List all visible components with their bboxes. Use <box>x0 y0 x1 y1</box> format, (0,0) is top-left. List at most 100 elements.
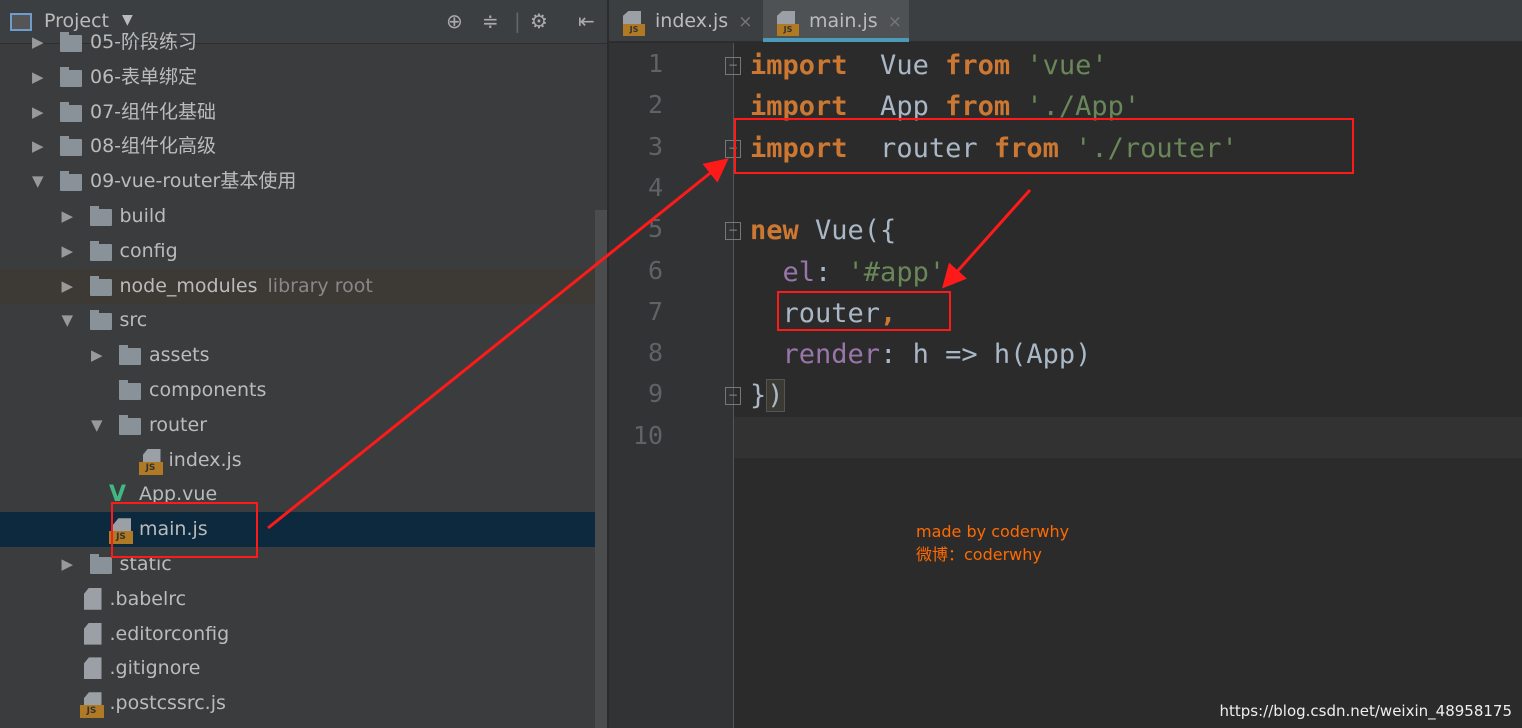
code-token: Vue({ <box>798 215 897 247</box>
library-root-label: library root <box>267 274 373 297</box>
code-token: new <box>750 215 799 247</box>
tree-item[interactable]: ▶ 06-表单绑定 <box>0 60 595 95</box>
tree-item-label: router <box>149 413 208 436</box>
close-icon[interactable]: × <box>738 12 752 32</box>
scrollbar[interactable] <box>595 210 607 728</box>
tree-item[interactable]: .babelrc <box>0 582 595 617</box>
tree-item[interactable]: ▼ src <box>0 303 595 338</box>
tab-main-js[interactable]: JS main.js × <box>763 0 909 42</box>
line-gutter: 1−2 3−4 5−6 7 8 9−10 <box>609 43 741 728</box>
tree-item[interactable]: JS main.js <box>0 512 607 548</box>
tree-item[interactable]: JS index.js <box>0 443 595 478</box>
tree-item[interactable]: ▶ build <box>0 199 595 234</box>
code-token: 'vue' <box>1010 50 1108 81</box>
code-token: import <box>750 50 848 81</box>
collapsed-arrow-icon[interactable]: ▶ <box>62 199 74 234</box>
collapsed-arrow-icon[interactable]: ▶ <box>32 95 44 130</box>
folder-icon <box>60 66 82 87</box>
tree-item[interactable]: ▶ 07-组件化基础 <box>0 95 595 130</box>
watermark-line: made by coderwhy <box>916 522 1070 541</box>
line-number: 5 <box>647 214 663 244</box>
json-file-icon <box>83 587 102 610</box>
folder-icon <box>89 275 112 296</box>
line-number: 2 <box>647 90 663 120</box>
tree-item-label: node_modules library root <box>119 274 373 297</box>
folder-icon <box>89 554 112 574</box>
line-number: 4 <box>647 172 663 202</box>
tree-item[interactable]: ▶ node_modules library root <box>0 268 595 304</box>
tree-item[interactable]: components <box>0 373 595 408</box>
collapsed-arrow-icon[interactable]: ▶ <box>91 338 103 373</box>
code-line: }) <box>750 375 785 416</box>
collapsed-arrow-icon[interactable]: ▶ <box>62 234 74 269</box>
collapsed-arrow-icon[interactable]: ▶ <box>32 60 44 95</box>
collapsed-arrow-icon[interactable]: ▶ <box>32 129 44 164</box>
text-file-icon <box>83 622 102 645</box>
annotation-box-main-js <box>111 502 258 558</box>
tree-item[interactable]: V App.vue <box>0 477 595 512</box>
line-number: 8 <box>647 338 663 368</box>
tree-item-label: .postcssrc.js <box>109 692 226 715</box>
watermark: made by coderwhy 微博：coderwhy <box>916 520 1069 566</box>
collapsed-arrow-icon[interactable]: ▶ <box>62 547 74 582</box>
code-line: render: h => h(App) <box>750 334 1092 375</box>
code-line: new Vue({ <box>750 210 896 251</box>
line-number: 6 <box>647 255 663 285</box>
current-line-highlight <box>734 416 1522 458</box>
tree-item[interactable]: .editorconfig <box>0 617 595 652</box>
collapsed-arrow-icon[interactable]: ▶ <box>32 25 44 60</box>
folder-icon <box>60 171 82 192</box>
text-file-icon <box>83 657 102 680</box>
code-token: : <box>815 256 848 288</box>
code-token: : h => h(App) <box>880 339 1092 371</box>
tree-item[interactable]: ▶ static <box>0 547 595 582</box>
folder-icon <box>89 206 112 226</box>
tree-item[interactable]: ▶ assets <box>0 338 595 373</box>
project-panel: Project ▼ ⊕ ≑ | ⚙ ⇤ ▶ 05-阶段练习 ▶ 06-表单绑定 ▶ 07-… <box>0 0 608 728</box>
code-line: el: '#app', <box>750 252 962 293</box>
folder-icon <box>60 32 82 52</box>
folder-icon <box>60 101 82 122</box>
tree-item[interactable]: ▼ 09-vue-router基本使用 <box>0 164 595 199</box>
js-badge: JS <box>79 705 104 719</box>
watermark-line: 微博：coderwhy <box>916 545 1042 564</box>
code-token: }) <box>750 379 785 413</box>
tree-item[interactable]: ▶ 05-阶段练习 <box>0 25 595 60</box>
tree-item-label: build <box>119 205 167 227</box>
tree-item[interactable]: ▶ 08-组件化高级 <box>0 129 595 164</box>
code-token: '#app' <box>847 256 946 288</box>
line-number: 3 <box>647 131 663 161</box>
source-url: https://blog.csdn.net/weixin_48958175 <box>1219 702 1512 720</box>
tree-item-label: config <box>119 239 178 262</box>
tab-label: index.js <box>655 10 729 32</box>
tree-item-label: .editorconfig <box>109 622 230 645</box>
tab-label: main.js <box>809 10 878 32</box>
editor-tabs: JS index.js × JS main.js × <box>609 0 1522 42</box>
tree-item[interactable]: JS .postcssrc.js <box>0 686 595 721</box>
tree-item-label: 05-阶段练习 <box>90 31 198 53</box>
expanded-arrow-icon[interactable]: ▼ <box>91 408 103 443</box>
collapsed-arrow-icon[interactable]: ▶ <box>62 269 74 304</box>
code-token: , <box>945 256 962 288</box>
tree-item[interactable]: ▶ config <box>0 234 595 269</box>
code-token: Vue <box>847 50 946 81</box>
tree-item-label: 07-组件化基础 <box>90 100 217 123</box>
annotation-box-router-option <box>777 291 951 331</box>
tree-item-label: src <box>119 309 148 332</box>
code-token: render <box>782 339 881 371</box>
tree-item[interactable]: .gitignore <box>0 651 595 686</box>
code-line: import Vue from 'vue' <box>750 45 1108 86</box>
annotation-box-import-router <box>734 118 1354 174</box>
tree-item-label: 09-vue-router基本使用 <box>90 170 297 193</box>
js-badge: JS <box>777 24 799 36</box>
tree-item-label: 08-组件化高级 <box>90 135 217 158</box>
tree-item-label: .babelrc <box>109 587 187 610</box>
close-icon[interactable]: × <box>888 12 902 32</box>
tab-index-js[interactable]: JS index.js × <box>609 0 761 42</box>
expanded-arrow-icon[interactable]: ▼ <box>32 164 44 199</box>
tree-item[interactable]: ▼ router <box>0 408 595 443</box>
line-number: 1 <box>647 49 663 78</box>
expanded-arrow-icon[interactable]: ▼ <box>62 303 74 338</box>
